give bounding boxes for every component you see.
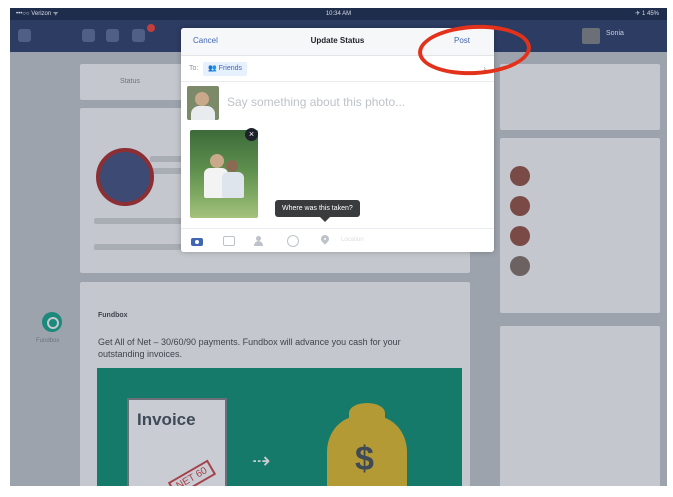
battery-label: ✈ 1 45% [635, 11, 659, 17]
nav-user-name[interactable]: Sonia [606, 30, 624, 37]
close-icon[interactable]: × [245, 128, 258, 141]
avatar[interactable] [582, 28, 600, 44]
camera-icon[interactable] [191, 235, 203, 247]
post-text-line [94, 218, 184, 224]
invoice-text: Invoice [137, 410, 196, 429]
avatar [510, 226, 530, 246]
clock: 10:34 AM [325, 11, 352, 17]
net-stamp: NET 60 [167, 459, 216, 486]
arrow-right-icon: ⇢ [252, 448, 271, 473]
audience-label: Friends [218, 65, 243, 72]
fundbox-sidebar-logo: Fundbox [32, 308, 76, 352]
to-label: To: [189, 65, 199, 72]
sticker-icon[interactable] [223, 236, 235, 246]
tag-friends-icon[interactable] [253, 235, 265, 247]
notification-badge [147, 24, 155, 32]
right-trending-card [500, 326, 660, 486]
sponsor-name: Fundbox [98, 312, 128, 319]
dollar-sign: $ [355, 440, 374, 478]
right-friends-card [500, 138, 660, 313]
location-placeholder: Location [341, 237, 364, 243]
avatar [510, 256, 530, 276]
avatar [187, 86, 219, 120]
avatar [510, 166, 530, 186]
fundbox-logo-label: Fundbox [36, 338, 60, 344]
audience-selector[interactable]: 👥 Friends [203, 62, 248, 76]
menu-icon[interactable] [18, 29, 31, 42]
ad-image: Invoice NET 60 ⇢ $ [97, 368, 462, 486]
status-input[interactable] [227, 90, 482, 114]
page-badge-image [96, 148, 154, 206]
friend-requests-icon[interactable] [82, 29, 95, 42]
notifications-icon[interactable] [132, 29, 145, 42]
messages-icon[interactable] [106, 29, 119, 42]
attached-photo[interactable] [190, 130, 258, 218]
friends-icon: 👥 [208, 65, 219, 72]
location-pin-icon[interactable] [319, 233, 331, 247]
right-shortcuts-card [500, 64, 660, 130]
composer-toolbar: Location [181, 228, 494, 252]
location-tooltip: Where was this taken? [275, 200, 360, 222]
invoice-illustration: Invoice NET 60 [127, 398, 227, 486]
avatar [510, 196, 530, 216]
fundbox-logo-icon [42, 312, 62, 332]
feeling-icon[interactable] [287, 235, 299, 247]
ad-text: Get All of Net – 30/60/90 payments. Fund… [98, 337, 401, 359]
ios-status-bar: •••○○ Verizon ᯤ 10:34 AM ✈ 1 45% [10, 8, 667, 20]
status-tab: Status [120, 78, 140, 85]
